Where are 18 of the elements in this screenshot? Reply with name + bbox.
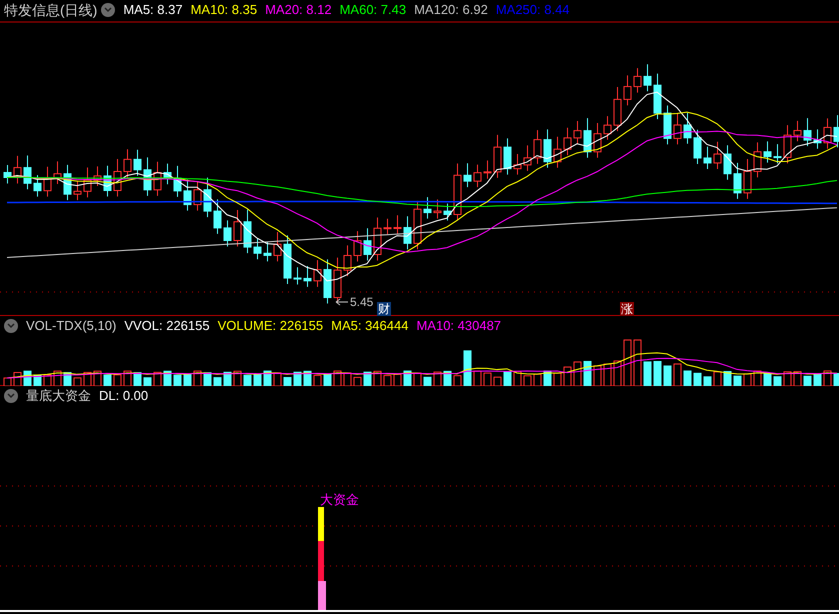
event-badge[interactable]: 财 [377,302,391,316]
event-badge[interactable]: 涨 [620,302,634,316]
panel-title: VOL-TDX(5,10) [26,317,116,336]
indicator-value: VVOL: 226155 [124,317,210,336]
panel-title: 量底大资金 [26,387,91,406]
indicator-value: MA250: 8.44 [496,1,570,20]
indicator-value: VOLUME: 226155 [218,317,324,336]
indicator-value: MA120: 6.92 [414,1,488,20]
low-price-label: 5.45 [350,295,374,309]
indicator-value: MA60: 7.43 [340,1,406,20]
indicator-value: MA20: 8.12 [265,1,332,20]
signal-label: 大资金 [320,491,359,509]
indicator-value: MA5: 8.37 [123,1,183,20]
indicator-value: MA5: 346444 [331,317,408,336]
chart-title: 特发信息(日线) [3,0,98,20]
indicator-value: MA10: 430487 [416,317,502,336]
indicator-value: DL: 0.00 [99,387,148,406]
indicator-value: MA10: 8.35 [190,1,258,20]
